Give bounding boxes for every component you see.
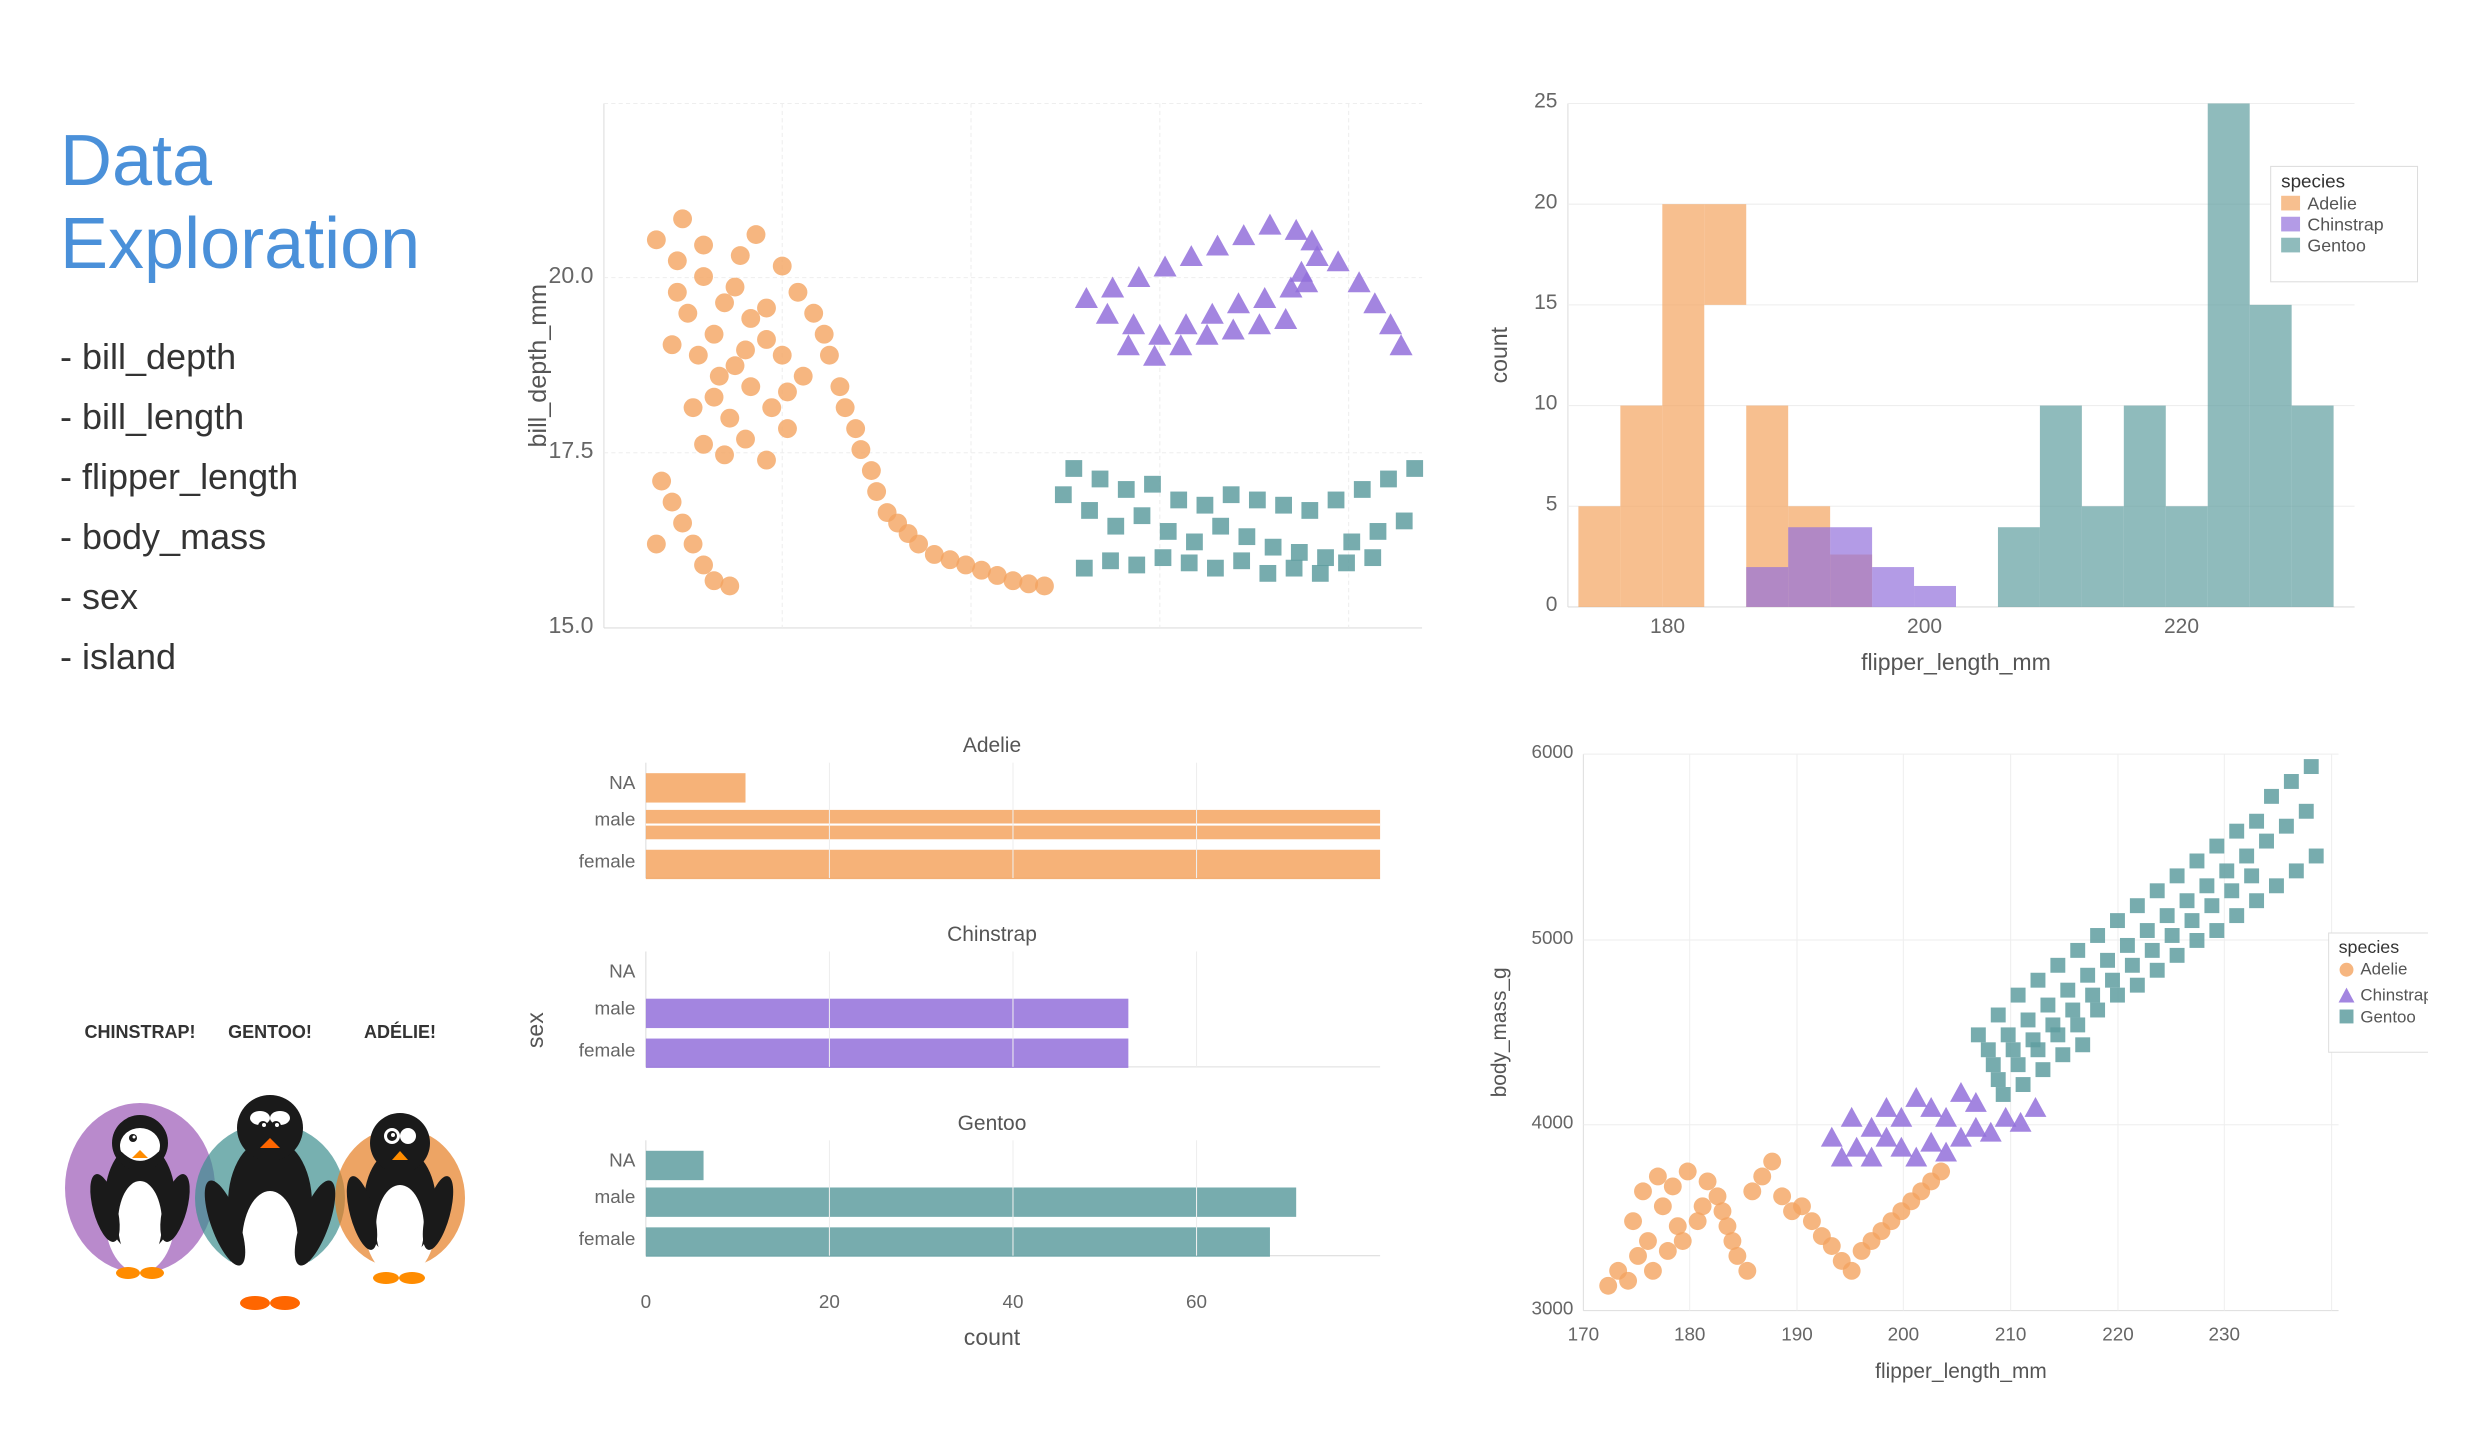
feature-list: - bill_depth - bill_length - flipper_len…: [60, 336, 480, 696]
svg-text:180: 180: [1674, 1324, 1705, 1345]
svg-text:15: 15: [1534, 291, 1557, 314]
svg-text:20: 20: [1534, 190, 1557, 213]
feature-sex: - sex: [60, 576, 480, 618]
svg-text:40: 40: [1002, 1291, 1023, 1312]
svg-text:female: female: [579, 1040, 636, 1061]
svg-text:male: male: [594, 998, 635, 1019]
svg-text:flipper_length_mm: flipper_length_mm: [1875, 1361, 2047, 1384]
scatter-chart-body-mass: 3000 4000 5000 6000 body_mass_g 170 180 …: [1484, 713, 2428, 1431]
svg-text:Gentoo: Gentoo: [2360, 1008, 2415, 1027]
svg-text:bill_depth_mm: bill_depth_mm: [524, 284, 552, 448]
svg-text:Chinstrap: Chinstrap: [2360, 986, 2428, 1005]
svg-text:0: 0: [641, 1291, 652, 1312]
svg-text:5: 5: [1546, 492, 1558, 515]
svg-text:NA: NA: [609, 1150, 636, 1171]
svg-text:male: male: [594, 809, 635, 830]
svg-text:Adelie: Adelie: [963, 735, 1021, 758]
charts-area: 15.0 17.5 20.0 bill_depth_mm: [520, 60, 2428, 1338]
svg-text:flipper_length_mm: flipper_length_mm: [1861, 649, 2051, 675]
svg-text:220: 220: [2164, 615, 2199, 638]
left-panel: Data Exploration - bill_depth - bill_len…: [60, 60, 480, 1338]
histogram-flipper: 0 5 10 15 20 25 count 180 200 220 flippe…: [1484, 80, 2428, 693]
svg-text:15.0: 15.0: [549, 612, 594, 638]
svg-text:female: female: [579, 1229, 636, 1250]
svg-text:200: 200: [1888, 1324, 1919, 1345]
svg-text:CHINSTRAP!: CHINSTRAP!: [85, 1022, 196, 1042]
svg-text:210: 210: [1995, 1324, 2026, 1345]
svg-text:sex: sex: [522, 1012, 548, 1048]
svg-text:count: count: [1486, 326, 1512, 383]
svg-text:Adelie: Adelie: [2307, 193, 2357, 213]
svg-text:17.5: 17.5: [549, 437, 594, 463]
svg-text:body_mass_g: body_mass_g: [1488, 968, 1511, 1098]
svg-text:species: species: [2339, 937, 2400, 957]
svg-text:GENTOO!: GENTOO!: [228, 1022, 312, 1042]
svg-text:NA: NA: [609, 961, 636, 982]
feature-body-mass: - body_mass: [60, 516, 480, 558]
svg-text:60: 60: [1186, 1291, 1207, 1312]
svg-text:Adelie: Adelie: [2360, 960, 2407, 979]
svg-text:ADÉLIE!: ADÉLIE!: [364, 1021, 436, 1042]
svg-text:Chinstrap: Chinstrap: [947, 923, 1037, 946]
svg-text:5000: 5000: [1531, 927, 1573, 948]
svg-text:25: 25: [1534, 90, 1557, 113]
svg-text:180: 180: [1650, 615, 1685, 638]
feature-island: - island: [60, 636, 480, 678]
svg-text:10: 10: [1534, 392, 1557, 415]
svg-text:male: male: [594, 1187, 635, 1208]
svg-text:220: 220: [2102, 1324, 2133, 1345]
svg-text:NA: NA: [609, 772, 636, 793]
svg-text:190: 190: [1781, 1324, 1812, 1345]
svg-text:4000: 4000: [1531, 1112, 1573, 1133]
feature-bill-depth: - bill_depth: [60, 336, 480, 378]
svg-text:Gentoo: Gentoo: [958, 1112, 1027, 1135]
svg-text:Gentoo: Gentoo: [2307, 235, 2366, 255]
svg-text:count: count: [964, 1324, 1021, 1350]
svg-text:170: 170: [1568, 1324, 1599, 1345]
svg-text:Chinstrap: Chinstrap: [2307, 214, 2383, 234]
svg-text:230: 230: [2209, 1324, 2240, 1345]
svg-text:3000: 3000: [1531, 1298, 1573, 1319]
bar-chart-sex: Adelie NA male female Chinstrap NA male: [520, 713, 1464, 1431]
svg-text:6000: 6000: [1531, 741, 1573, 762]
svg-text:20.0: 20.0: [549, 262, 594, 288]
svg-text:200: 200: [1907, 615, 1942, 638]
page-title: Data Exploration: [60, 120, 480, 286]
penguin-illustration: CHINSTRAP!: [60, 988, 480, 1338]
feature-flipper-length: - flipper_length: [60, 456, 480, 498]
feature-bill-length: - bill_length: [60, 396, 480, 438]
scatter-chart-bill: 15.0 17.5 20.0 bill_depth_mm: [520, 80, 1464, 693]
svg-text:female: female: [579, 851, 636, 872]
svg-text:species: species: [2281, 170, 2345, 191]
svg-text:20: 20: [819, 1291, 840, 1312]
svg-text:0: 0: [1546, 593, 1558, 616]
